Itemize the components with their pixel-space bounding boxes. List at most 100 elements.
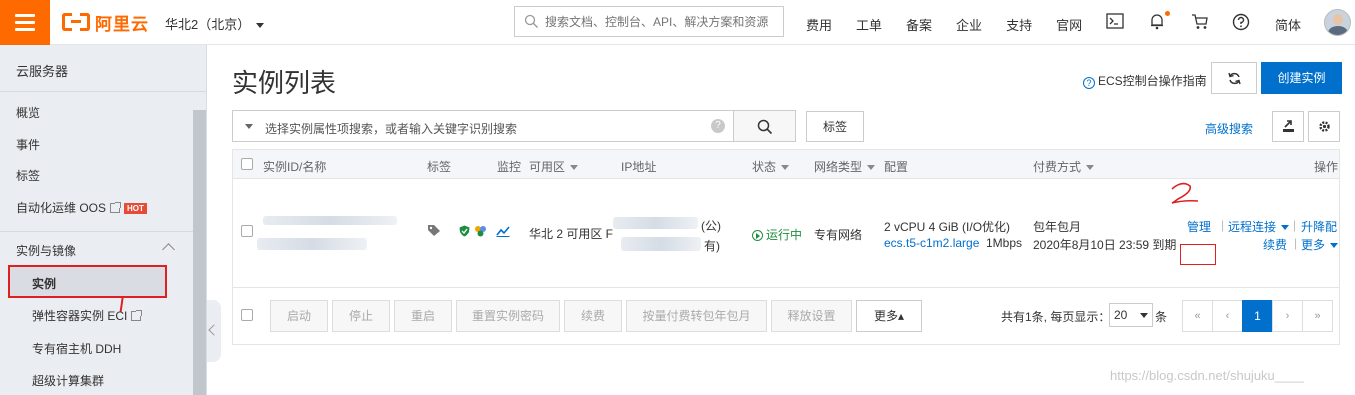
sidebar-item-oos[interactable]: 自动化运维 OOS HOT [16, 199, 147, 216]
col-zone-label: 可用区 [529, 160, 566, 174]
next-page-button[interactable]: › [1272, 300, 1303, 332]
action-separator: | [1221, 218, 1225, 232]
search-button[interactable] [733, 110, 796, 142]
avatar[interactable] [1324, 9, 1351, 36]
renew-link[interactable]: 续费 [1263, 236, 1287, 253]
language-switch[interactable]: 简体 [1275, 15, 1301, 34]
status-label: 运行中 [766, 228, 803, 242]
col-billing[interactable]: 付费方式 [1033, 158, 1095, 175]
bell-icon[interactable] [1150, 13, 1164, 30]
nav-icp[interactable]: 备案 [906, 15, 932, 34]
more-actions-link[interactable]: 更多 [1301, 236, 1339, 253]
prev-page-button[interactable]: ‹ [1212, 300, 1243, 332]
advanced-search-link[interactable]: 高级搜索 [1205, 120, 1253, 137]
chevron-down-icon[interactable] [245, 124, 253, 129]
terminal-icon[interactable] [1106, 13, 1124, 29]
help-icon[interactable] [1232, 13, 1250, 31]
zone-cell: 华北 2 可用区 F [529, 227, 614, 241]
col-ip: IP地址 [621, 160, 657, 174]
external-link-icon [110, 202, 122, 213]
global-search[interactable] [514, 6, 784, 37]
convert-billing-button[interactable]: 按量付费转包年包月 [626, 300, 767, 332]
filter-input[interactable]: 选择实例属性项搜索，或者输入关键字识别搜索 [265, 120, 517, 137]
nav-enterprise[interactable]: 企业 [956, 15, 982, 34]
global-search-input[interactable] [545, 11, 777, 32]
row-checkbox[interactable] [241, 225, 253, 237]
settings-button[interactable] [1308, 111, 1340, 142]
sidebar-collapse-toggle[interactable] [207, 300, 221, 362]
chevron-up-icon[interactable] [162, 243, 175, 256]
manage-link[interactable]: 管理 [1187, 218, 1211, 235]
nav-fees[interactable]: 费用 [806, 15, 832, 34]
sidebar-item-ddh[interactable]: 专有宿主机 DDH [32, 340, 121, 357]
aliyun-logo-icon [62, 13, 90, 31]
sidebar-item-oos-label: 自动化运维 OOS [16, 201, 107, 215]
billing-type: 包年包月 [1033, 220, 1082, 234]
sidebar-item-scc[interactable]: 超级计算集群 [32, 372, 104, 389]
footer-more-button[interactable]: 更多▴ [856, 300, 922, 332]
remote-connect-link[interactable]: 远程连接 [1228, 218, 1290, 235]
monitor-chart-icon[interactable] [496, 225, 510, 237]
renew-button[interactable]: 续费 [564, 300, 622, 332]
export-icon [1283, 120, 1294, 132]
aliyun-logo[interactable]: 阿里云 [62, 11, 149, 34]
page-size-value: 20 [1114, 308, 1128, 322]
instance-filter[interactable]: 选择实例属性项搜索，或者输入关键字识别搜索 ? [232, 110, 796, 142]
hamburger-menu-icon[interactable] [0, 0, 50, 45]
action-separator: | [1294, 236, 1298, 250]
sidebar-divider [0, 231, 193, 232]
restart-button[interactable]: 重启 [394, 300, 452, 332]
shield-icon[interactable] [459, 225, 470, 237]
reset-password-button[interactable]: 重置实例密码 [456, 300, 560, 332]
export-button[interactable] [1272, 111, 1304, 142]
last-page-button[interactable]: » [1302, 300, 1333, 332]
sidebar-item-eci-label: 弹性容器实例 ECI [32, 309, 128, 323]
sidebar-item-instances[interactable]: 实例 [8, 265, 167, 298]
select-all-checkbox[interactable] [241, 158, 253, 170]
sidebar-item-tags[interactable]: 标签 [16, 167, 40, 184]
tag-filter-button[interactable]: 标签 [806, 111, 864, 142]
nav-support[interactable]: 支持 [1006, 15, 1032, 34]
col-network[interactable]: 网络类型 [814, 158, 876, 175]
stop-button[interactable]: 停止 [332, 300, 390, 332]
console-guide-link[interactable]: ? ECS控制台操作指南 [1083, 72, 1207, 89]
search-icon [757, 119, 773, 135]
chevron-down-icon [867, 165, 876, 171]
start-button[interactable]: 启动 [270, 300, 328, 332]
running-icon [752, 230, 763, 241]
table-footer: 启动 停止 重启 重置实例密码 续费 按量付费转包年包月 释放设置 更多▴ 共有… [233, 289, 1339, 344]
sidebar-item-events[interactable]: 事件 [16, 136, 40, 153]
nav-official[interactable]: 官网 [1056, 15, 1082, 34]
page-1-button[interactable]: 1 [1242, 300, 1273, 332]
nav-tickets[interactable]: 工单 [856, 15, 882, 34]
page-size-select[interactable]: 20 [1109, 303, 1153, 327]
notification-dot [1165, 11, 1170, 16]
hot-badge: HOT [124, 203, 147, 214]
region-selector[interactable]: 华北2（北京） [165, 14, 265, 33]
redacted-instance-id[interactable] [263, 216, 397, 225]
col-config: 配置 [884, 160, 909, 174]
create-instance-button[interactable]: 创建实例 [1261, 62, 1342, 94]
release-settings-button[interactable]: 释放设置 [771, 300, 852, 332]
col-status[interactable]: 状态 [752, 158, 790, 175]
help-icon[interactable]: ? [711, 119, 725, 133]
refresh-button[interactable] [1211, 62, 1257, 94]
instance-type-link[interactable]: ecs.t5-c1m2.large [884, 236, 979, 250]
footer-select-checkbox[interactable] [241, 309, 253, 321]
tag-icon[interactable] [427, 224, 441, 237]
col-zone[interactable]: 可用区 [529, 158, 579, 175]
page-size-unit: 条 [1155, 310, 1168, 324]
sidebar-item-eci[interactable]: 弹性容器实例 ECI [32, 307, 143, 324]
resize-link[interactable]: 升降配 [1301, 218, 1337, 235]
first-page-button[interactable]: « [1182, 300, 1213, 332]
sidebar-scrollbar[interactable] [193, 110, 206, 395]
redacted-private-ip [621, 237, 701, 251]
sidebar-item-overview[interactable]: 概览 [16, 104, 40, 121]
cart-icon[interactable] [1191, 13, 1209, 30]
security-multi-icon[interactable] [474, 225, 487, 237]
console-guide-label: ECS控制台操作指南 [1098, 74, 1207, 88]
chevron-down-icon [1086, 165, 1095, 171]
page-title: 实例列表 [232, 68, 337, 98]
col-status-label: 状态 [752, 160, 777, 174]
sidebar-group-instances-images[interactable]: 实例与镜像 [16, 242, 76, 259]
